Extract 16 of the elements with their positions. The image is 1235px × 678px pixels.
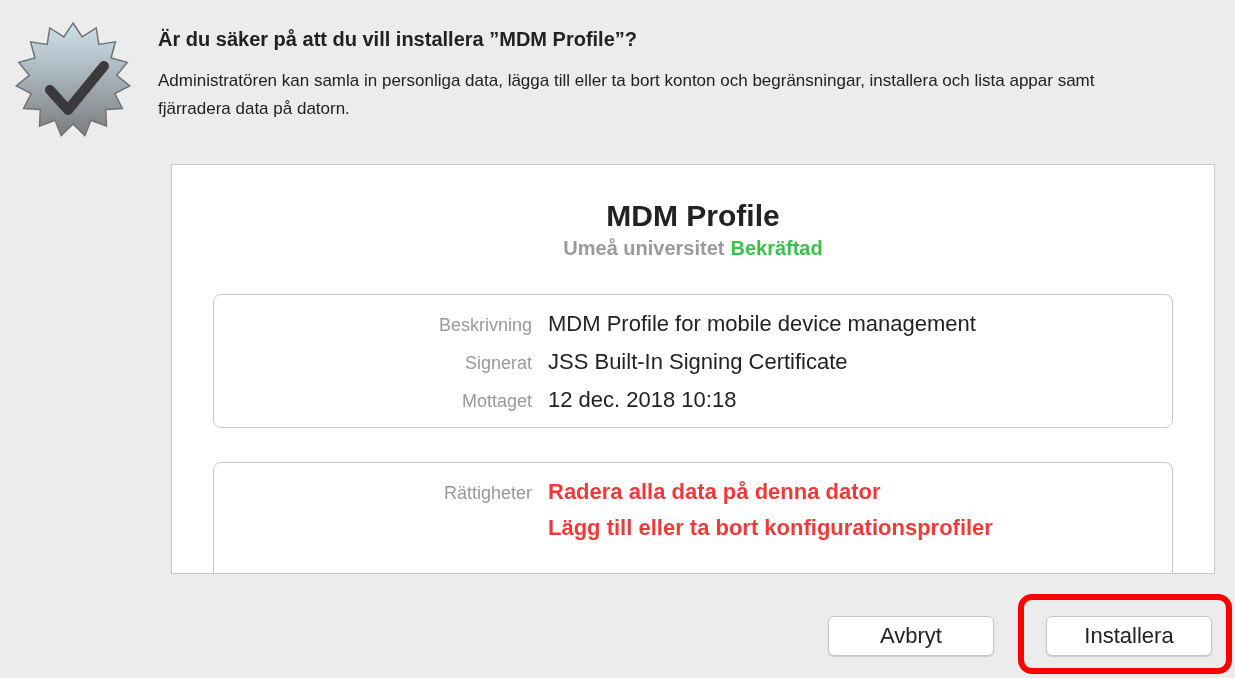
- permission-item: Radera alla data på denna dator: [548, 479, 882, 505]
- detail-label: Beskrivning: [437, 315, 532, 336]
- profile-name: MDM Profile: [606, 199, 780, 233]
- dialog-button[interactable]: Installera: [1046, 616, 1212, 656]
- detail-label: Signerat: [463, 353, 532, 374]
- dialog-title: Är du säker på att du vill installera ”MDM Profile”?: [158, 28, 638, 51]
- issuer-text: Umeå universitet: [563, 237, 725, 260]
- dialog-message: Administratören kan samla in personliga data, lägga till eller ta bort konton och begränsningar, installera och lista appar samt fjärradera data på datorn.: [158, 70, 1096, 120]
- verification-status: Bekräftad: [730, 237, 823, 260]
- permissions-label: Rättigheter: [442, 483, 532, 504]
- detail-value: 12 dec. 2018 10:18: [548, 387, 738, 413]
- detail-value: MDM Profile for mobile device management: [548, 311, 977, 337]
- dialog-button[interactable]: Avbryt: [828, 616, 994, 656]
- detail-value: JSS Built-In Signing Certificate: [548, 349, 849, 375]
- detail-label: Mottaget: [460, 391, 532, 412]
- permission-item: Lägg till eller ta bort konfigurationsprofiler: [548, 515, 994, 541]
